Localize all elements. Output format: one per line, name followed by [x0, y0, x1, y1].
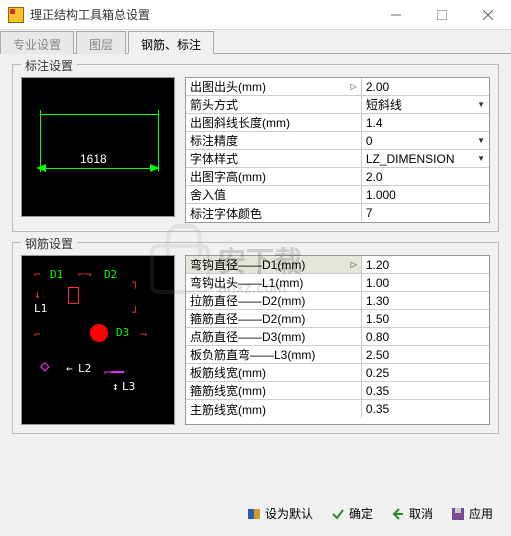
annotation-table: 出图出头(mm)▷2.00 箭头方式短斜线▼ 出图斜线长度(mm)1.4 标注精…: [185, 77, 490, 223]
rebar-table: 弯钩直径——D1(mm)▷1.20 弯钩出头——L1(mm)1.00 拉筋直径—…: [185, 255, 490, 425]
table-row: 箭头方式短斜线▼: [186, 96, 489, 114]
tab-bar: 专业设置 图层 钢筋、标注: [0, 30, 511, 54]
table-row: 主筋线宽(mm)0.35: [186, 400, 489, 418]
group-title: 标注设置: [21, 57, 77, 74]
titlebar: 理正结构工具箱总设置: [0, 0, 511, 30]
minimize-button[interactable]: [373, 0, 419, 30]
table-row: 字体样式LZ_DIMENSION▼: [186, 150, 489, 168]
group-title: 钢筋设置: [21, 235, 77, 252]
dot-icon: [90, 324, 108, 342]
table-row: 箍筋线宽(mm)0.35: [186, 382, 489, 400]
annotation-preview: 1618: [21, 77, 175, 217]
dropdown-icon: ▷: [351, 82, 357, 91]
table-row: 点筋直径——D3(mm)0.80: [186, 328, 489, 346]
table-row: 板筋线宽(mm)0.25: [186, 364, 489, 382]
dimension-value: 1618: [80, 152, 107, 166]
back-icon: [391, 507, 405, 521]
set-default-button[interactable]: 设为默认: [247, 505, 313, 522]
dropdown-icon: ▼: [477, 136, 485, 145]
table-row: 标注精度0▼: [186, 132, 489, 150]
close-button[interactable]: [465, 0, 511, 30]
table-row: 出图斜线长度(mm)1.4: [186, 114, 489, 132]
save-icon: [451, 507, 465, 521]
table-row: 标注字体颜色7: [186, 204, 489, 222]
table-row: 舍入值1.000: [186, 186, 489, 204]
dropdown-icon: ▼: [477, 154, 485, 163]
app-icon: [8, 7, 24, 23]
table-row: 箍筋直径——D2(mm)1.50: [186, 310, 489, 328]
annotation-settings-group: 标注设置 1618 出图出头(mm)▷2.00 箭头方式短斜线▼ 出图斜线长度(…: [12, 64, 499, 232]
table-row: 出图出头(mm)▷2.00: [186, 78, 489, 96]
dropdown-icon: ▼: [477, 100, 485, 109]
check-icon: [331, 507, 345, 521]
window-title: 理正结构工具箱总设置: [30, 6, 373, 23]
tab-layer[interactable]: 图层: [76, 31, 126, 54]
tab-professional[interactable]: 专业设置: [0, 31, 74, 54]
table-row: 拉筋直径——D2(mm)1.30: [186, 292, 489, 310]
maximize-button[interactable]: [419, 0, 465, 30]
tab-rebar-annotation[interactable]: 钢筋、标注: [128, 31, 214, 54]
table-row: 出图字高(mm)2.0: [186, 168, 489, 186]
dropdown-icon: ▷: [351, 260, 357, 269]
rebar-settings-group: 钢筋设置 ⌐ D1 ⌐¬ D2 ↓ L1 ⎕ ┐ ┘ ⌐ D3 ¬ ◇ ← L2…: [12, 242, 499, 434]
ok-button[interactable]: 确定: [331, 505, 373, 522]
table-row: 弯钩直径——D1(mm)▷1.20: [186, 256, 489, 274]
footer-buttons: 设为默认 确定 取消 应用: [0, 497, 511, 530]
rebar-preview: ⌐ D1 ⌐¬ D2 ↓ L1 ⎕ ┐ ┘ ⌐ D3 ¬ ◇ ← L2 ⌐━━ …: [21, 255, 175, 425]
table-row: 弯钩出头——L1(mm)1.00: [186, 274, 489, 292]
apply-button[interactable]: 应用: [451, 505, 493, 522]
default-icon: [247, 507, 261, 521]
table-row: 板负筋直弯——L3(mm)2.50: [186, 346, 489, 364]
cancel-button[interactable]: 取消: [391, 505, 433, 522]
